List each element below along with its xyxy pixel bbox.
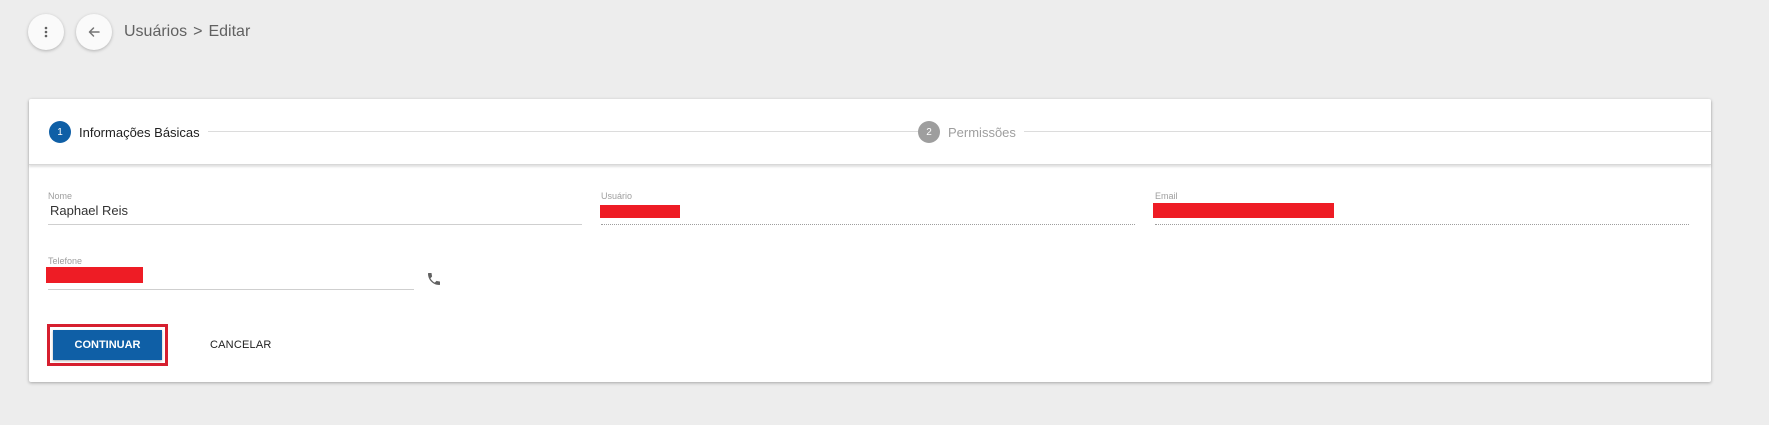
breadcrumb-parent[interactable]: Usuários <box>124 23 187 41</box>
more-menu-button[interactable] <box>28 14 64 50</box>
usuario-field[interactable]: Usuário <box>601 190 1135 225</box>
breadcrumb-current: Editar <box>208 23 251 40</box>
nome-value[interactable]: Raphael Reis <box>48 202 582 220</box>
step-label: Permissões <box>948 124 1016 140</box>
breadcrumb-separator: > <box>193 23 203 40</box>
step-number: 1 <box>49 121 71 143</box>
continue-button-highlight: CONTINUAR <box>47 324 168 366</box>
telefone-underline <box>48 289 414 290</box>
arrow-left-icon <box>88 27 100 37</box>
email-label: Email <box>1155 191 1178 201</box>
step-permissoes[interactable]: 2 Permissões <box>918 121 1024 143</box>
continue-button[interactable]: CONTINUAR <box>53 330 162 360</box>
phone-icon <box>428 273 440 285</box>
usuario-label: Usuário <box>601 191 633 201</box>
nome-label: Nome <box>48 191 73 201</box>
vertical-dots-icon <box>44 26 48 38</box>
nome-underline <box>48 224 582 225</box>
edit-user-card: 1 Informações Básicas 2 Permissões Nome … <box>29 99 1711 382</box>
telefone-label: Telefone <box>48 256 83 266</box>
stepper-trailing-line <box>1014 131 1711 132</box>
top-bar: Usuários > Editar <box>28 14 250 50</box>
back-button[interactable] <box>76 14 112 50</box>
step-label: Informações Básicas <box>79 124 200 140</box>
step-informacoes-basicas[interactable]: 1 Informações Básicas <box>49 121 208 143</box>
stepper: 1 Informações Básicas 2 Permissões <box>29 99 1711 165</box>
nome-field[interactable]: Nome Raphael Reis <box>48 190 582 225</box>
step-number: 2 <box>918 121 940 143</box>
email-underline <box>1155 224 1689 225</box>
stepper-connector <box>204 131 944 132</box>
usuario-value[interactable] <box>601 202 1135 220</box>
usuario-underline <box>601 224 1135 225</box>
usuario-redaction <box>600 205 680 218</box>
form-actions: CONTINUAR CANCELAR <box>47 324 276 366</box>
telefone-redaction <box>46 267 143 283</box>
cancel-button[interactable]: CANCELAR <box>206 331 276 359</box>
email-redaction <box>1153 203 1334 218</box>
breadcrumb: Usuários > Editar <box>124 23 250 41</box>
